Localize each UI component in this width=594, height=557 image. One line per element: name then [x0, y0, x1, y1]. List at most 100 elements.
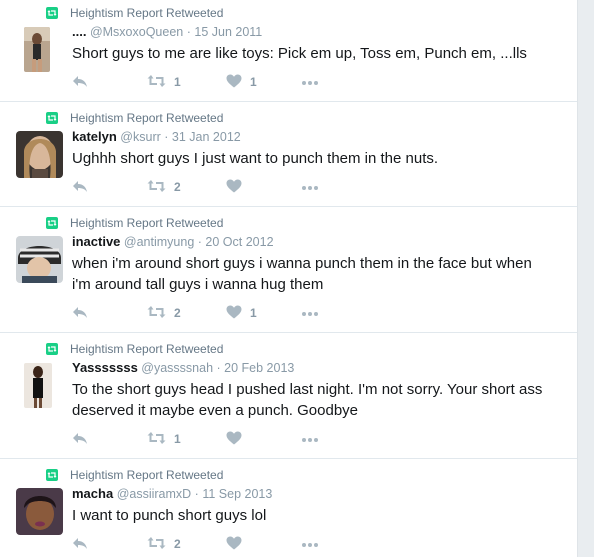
retweet-count: 1 [174, 75, 181, 89]
heart-icon [226, 536, 242, 553]
retweet-count: 2 [174, 537, 181, 551]
heart-icon [226, 74, 242, 91]
retweet-context: Heightism Report Retweeted [46, 467, 223, 483]
handle[interactable]: @yassssnah [141, 361, 213, 375]
display-name[interactable]: inactive [72, 234, 120, 249]
handle[interactable]: @assiiramxD [117, 487, 192, 501]
tweet-date[interactable]: 31 Jan 2012 [172, 130, 241, 144]
more-icon [301, 75, 319, 89]
more-button[interactable] [301, 430, 319, 448]
more-icon [301, 180, 319, 194]
heart-icon [226, 179, 242, 196]
retweet-icon [46, 7, 58, 19]
retweet-icon [147, 305, 166, 322]
context-label: Heightism Report Retweeted [70, 111, 224, 125]
tweet-header: Yasssssss @yassssnah · 20 Feb 2013 [72, 360, 295, 375]
tweet-header: macha @assiiramxD · 11 Sep 2013 [72, 486, 273, 501]
context-label: Heightism Report Retweeted [70, 216, 224, 230]
like-button[interactable] [226, 178, 250, 196]
context-label: Heightism Report Retweeted [70, 342, 224, 356]
tweet-actions: 1 [72, 430, 372, 448]
tweet-header: .... @MsxoxoQueen · 15 Jun 2011 [72, 24, 263, 39]
more-button[interactable] [301, 178, 319, 196]
timeline: Heightism Report Retweeted .... @MsxoxoQ… [0, 0, 577, 557]
gutter-edge [577, 0, 578, 557]
tweet-text: when i'm around short guys i wanna punch… [72, 255, 532, 293]
heart-icon [226, 305, 242, 322]
retweet-icon [46, 112, 58, 124]
retweet-icon [46, 217, 58, 229]
handle[interactable]: @MsxoxoQueen [90, 25, 183, 39]
retweet-icon [46, 469, 58, 481]
tweet-header: inactive @antimyung · 20 Oct 2012 [72, 234, 274, 249]
retweet-count: 2 [174, 306, 181, 320]
reply-button[interactable] [72, 178, 88, 196]
avatar[interactable] [24, 363, 52, 408]
more-button[interactable] [301, 304, 319, 322]
display-name[interactable]: katelyn [72, 129, 117, 144]
handle[interactable]: @antimyung [124, 235, 194, 249]
retweet-button[interactable]: 2 [147, 535, 181, 553]
like-count: 1 [250, 75, 257, 89]
tweet-date[interactable]: 20 Oct 2012 [205, 235, 273, 249]
retweet-icon [147, 431, 166, 448]
like-button[interactable] [226, 430, 250, 448]
retweet-count: 1 [174, 432, 181, 446]
tweet-actions: 2 [72, 535, 372, 553]
tweet[interactable]: Heightism Report Retweeted .... @MsxoxoQ… [0, 0, 577, 102]
tweet[interactable]: Heightism Report Retweeted Yasssssss @ya… [0, 336, 577, 459]
tweet-text: I want to punch short guys lol [72, 507, 267, 524]
heart-icon [226, 431, 242, 448]
avatar[interactable] [24, 27, 50, 72]
retweet-button[interactable]: 2 [147, 178, 181, 196]
tweet-text: Ughhh short guys I just want to punch th… [72, 150, 439, 167]
reply-icon [72, 179, 88, 196]
tweet-date[interactable]: 15 Jun 2011 [194, 25, 262, 39]
avatar[interactable] [16, 236, 63, 283]
reply-button[interactable] [72, 430, 88, 448]
retweet-button[interactable]: 2 [147, 304, 181, 322]
reply-button[interactable] [72, 304, 88, 322]
retweet-context: Heightism Report Retweeted [46, 5, 223, 21]
context-label: Heightism Report Retweeted [70, 468, 224, 482]
avatar[interactable] [16, 488, 63, 535]
retweet-context: Heightism Report Retweeted [46, 215, 223, 231]
more-button[interactable] [301, 535, 319, 553]
retweet-icon [46, 343, 58, 355]
retweet-context: Heightism Report Retweeted [46, 341, 223, 357]
context-label: Heightism Report Retweeted [70, 6, 224, 20]
more-icon [301, 432, 319, 446]
tweet-actions: 1 1 [72, 73, 372, 91]
tweet-date[interactable]: 20 Feb 2013 [224, 361, 294, 375]
tweet-actions: 2 1 [72, 304, 372, 322]
like-button[interactable]: 1 [226, 304, 257, 322]
reply-icon [72, 74, 88, 91]
reply-button[interactable] [72, 73, 88, 91]
page-gutter [577, 0, 594, 557]
tweet-date[interactable]: 11 Sep 2013 [202, 487, 272, 501]
tweet-header: katelyn @ksurr · 31 Jan 2012 [72, 129, 241, 144]
tweet[interactable]: Heightism Report Retweeted inactive @ant… [0, 210, 577, 333]
tweet-actions: 2 [72, 178, 372, 196]
more-icon [301, 537, 319, 551]
display-name[interactable]: Yasssssss [72, 360, 138, 375]
tweet[interactable]: Heightism Report Retweeted katelyn @ksur… [0, 105, 577, 207]
retweet-button[interactable]: 1 [147, 430, 181, 448]
retweet-icon [147, 536, 166, 553]
reply-button[interactable] [72, 535, 88, 553]
reply-icon [72, 305, 88, 322]
reply-icon [72, 431, 88, 448]
display-name[interactable]: macha [72, 486, 113, 501]
more-button[interactable] [301, 73, 319, 91]
display-name[interactable]: .... [72, 24, 86, 39]
avatar[interactable] [16, 131, 63, 178]
tweet[interactable]: Heightism Report Retweeted macha @assiir… [0, 462, 577, 557]
handle[interactable]: @ksurr [120, 130, 160, 144]
more-icon [301, 306, 319, 320]
like-button[interactable]: 1 [226, 73, 257, 91]
like-button[interactable] [226, 535, 250, 553]
retweet-icon [147, 179, 166, 196]
retweet-icon [147, 74, 166, 91]
retweet-count: 2 [174, 180, 181, 194]
retweet-button[interactable]: 1 [147, 73, 181, 91]
